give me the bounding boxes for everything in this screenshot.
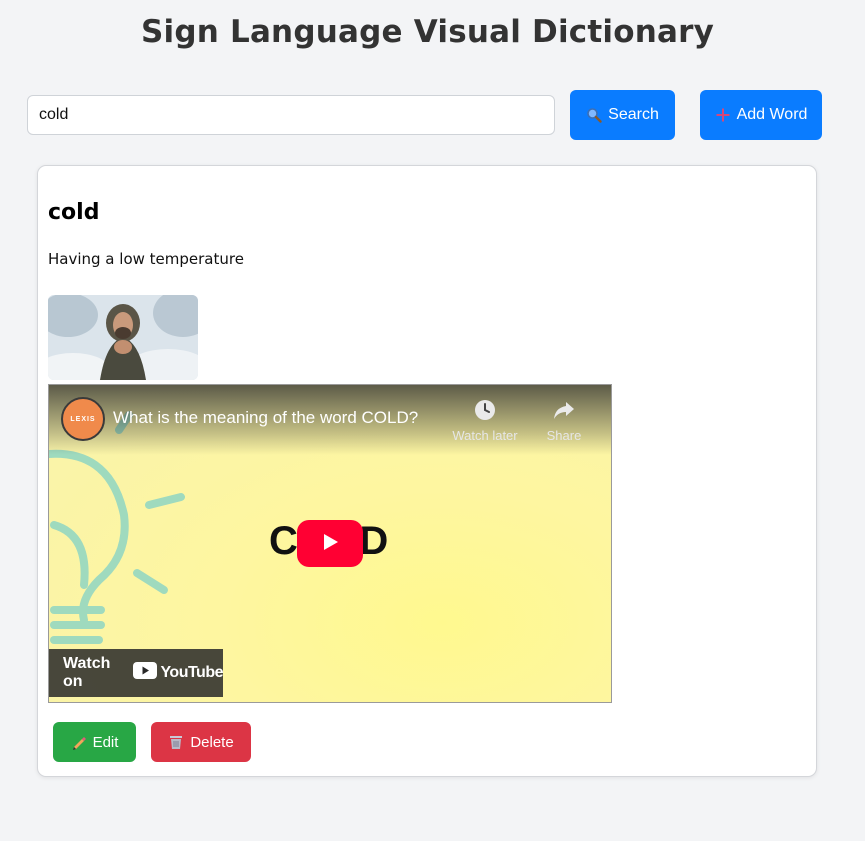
video-title[interactable]: What is the meaning of the word COLD? [113, 408, 418, 428]
trash-icon [168, 734, 184, 750]
share-arrow-icon [553, 402, 575, 424]
magnifier-icon [586, 107, 602, 123]
word-definition: Having a low temperature [48, 250, 244, 268]
word-title: cold [48, 200, 100, 225]
add-word-button[interactable]: Add Word [700, 90, 822, 140]
channel-avatar[interactable]: LEXIS [61, 397, 105, 441]
share-button[interactable]: Share [524, 399, 604, 443]
edit-button-label: Edit [92, 733, 119, 751]
youtube-logo: YouTube [133, 662, 223, 684]
watch-on-youtube-button[interactable]: Watch on YouTube [49, 649, 223, 697]
watch-later-label: Watch later [452, 428, 518, 443]
word-image [48, 295, 198, 380]
delete-button-label: Delete [190, 733, 234, 751]
search-button-label: Search [608, 106, 659, 123]
clock-icon [474, 400, 496, 424]
share-label: Share [546, 428, 582, 443]
pencil-icon [71, 734, 87, 750]
add-word-button-label: Add Word [736, 106, 808, 123]
search-input[interactable] [27, 95, 555, 135]
plus-icon [715, 107, 731, 123]
youtube-play-icon [133, 662, 158, 684]
watch-later-button[interactable]: Watch later [445, 399, 525, 443]
page-title: Sign Language Visual Dictionary [140, 14, 715, 50]
delete-button[interactable]: Delete [151, 722, 251, 762]
search-button[interactable]: Search [570, 90, 675, 140]
edit-button[interactable]: Edit [53, 722, 136, 762]
youtube-video-player[interactable]: LEXIS What is the meaning of the word CO… [48, 384, 612, 703]
play-icon [319, 531, 341, 557]
watch-on-label: Watch on [63, 655, 111, 690]
play-button[interactable] [297, 520, 363, 567]
youtube-wordmark: YouTube [160, 664, 223, 681]
